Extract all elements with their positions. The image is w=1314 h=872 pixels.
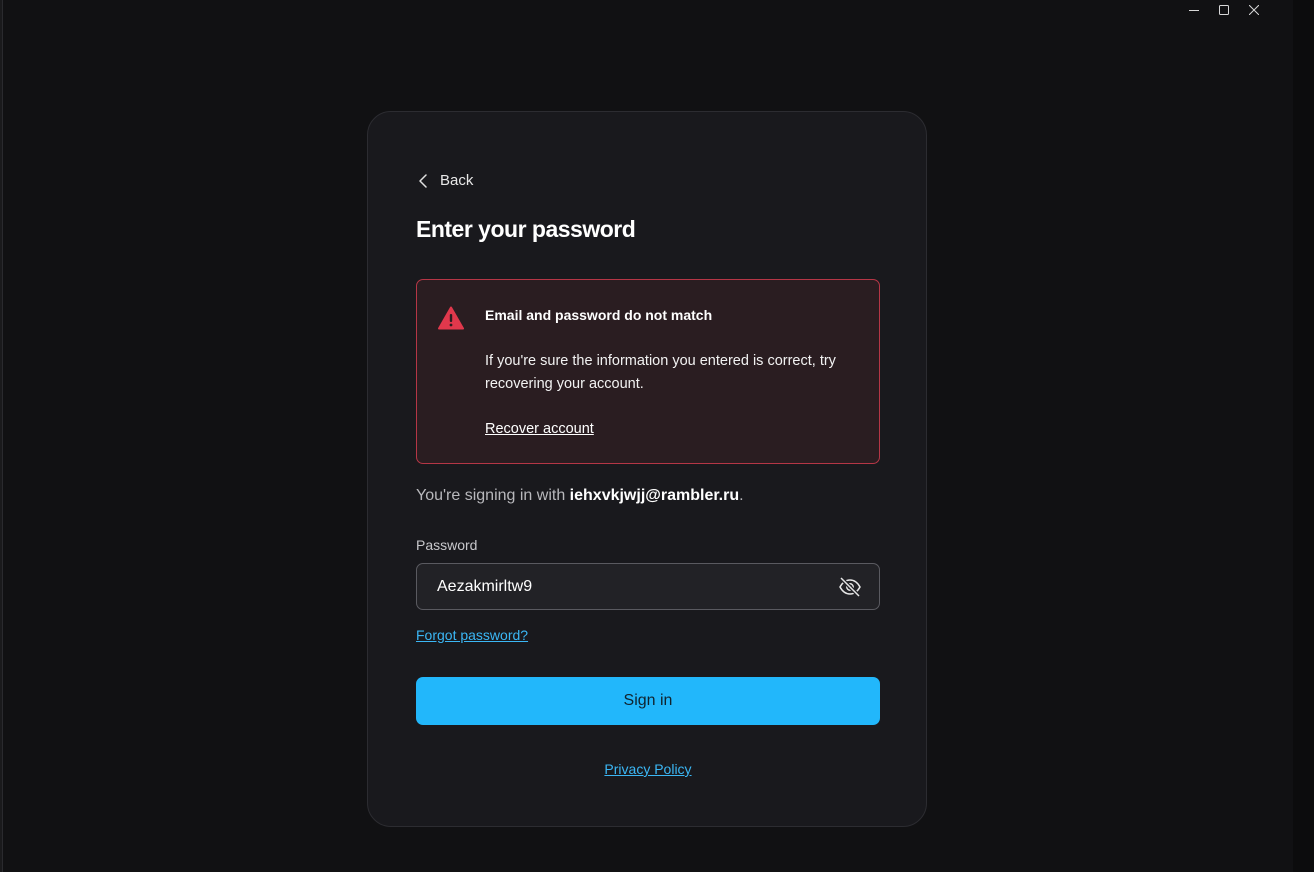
minimize-icon	[1189, 10, 1199, 11]
signing-prefix: You're signing in with	[416, 487, 570, 504]
chevron-left-icon	[419, 173, 427, 188]
forgot-password-link[interactable]: Forgot password?	[416, 627, 528, 643]
error-alert: Email and password do not match If you'r…	[416, 279, 880, 464]
password-input[interactable]	[437, 564, 817, 609]
toggle-visibility-button[interactable]	[838, 575, 862, 604]
privacy-policy-link[interactable]: Privacy Policy	[604, 761, 691, 777]
recover-account-link[interactable]: Recover account	[485, 421, 594, 437]
minimize-button[interactable]	[1179, 0, 1209, 20]
password-label: Password	[416, 537, 478, 553]
background-window-edge-right	[1293, 0, 1314, 872]
alert-body: If you're sure the information you enter…	[485, 353, 836, 392]
signing-in-text: You're signing in with iehxvkjwjj@ramble…	[416, 487, 744, 505]
close-icon	[1249, 5, 1259, 15]
sign-in-button[interactable]: Sign in	[416, 677, 880, 725]
page-title: Enter your password	[416, 216, 636, 242]
maximize-button[interactable]	[1209, 0, 1239, 20]
account-email: iehxvkjwjj@rambler.ru	[569, 487, 740, 504]
password-field[interactable]	[416, 563, 880, 610]
alert-title: Email and password do not match	[485, 307, 713, 323]
close-button[interactable]	[1239, 0, 1269, 20]
login-card: Back Enter your password Email and passw…	[367, 111, 927, 827]
warning-icon	[438, 306, 464, 330]
window-controls	[1179, 0, 1269, 20]
eye-off-icon	[839, 576, 861, 598]
maximize-icon	[1219, 5, 1229, 15]
back-button[interactable]: Back	[418, 172, 473, 189]
back-label: Back	[440, 172, 474, 189]
signing-suffix: .	[739, 487, 744, 504]
app-window: Back Enter your password Email and passw…	[2, 0, 1294, 872]
privacy-footer: Privacy Policy	[368, 761, 928, 777]
